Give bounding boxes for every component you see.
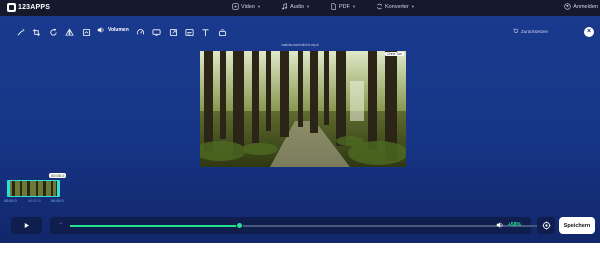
text-icon: [201, 28, 209, 36]
convert-icon: [377, 3, 382, 10]
magic-tool-button[interactable]: [13, 25, 27, 39]
clip-end-time: 00:05.0: [51, 199, 64, 203]
video-preview[interactable]: Ohne Ton: [200, 51, 406, 167]
clip-start-time: 00:00.0: [4, 199, 17, 203]
volume-tool-button[interactable]: Volumen: [97, 26, 129, 34]
nav-item-video[interactable]: Video ▼: [232, 3, 261, 10]
gear-icon: [542, 221, 550, 230]
nav-item-audio[interactable]: Audio ▼: [281, 3, 310, 10]
file-name: waldsonnenlicht.mp4: [281, 42, 319, 47]
mute-badge: Ohne Ton: [384, 52, 404, 56]
magic-icon: [17, 28, 25, 35]
speed-tool-button[interactable]: [133, 25, 147, 39]
login-link[interactable]: Anmelden: [564, 3, 598, 10]
crop-tool-button[interactable]: [29, 25, 43, 39]
clip-start-handle[interactable]: [7, 180, 10, 197]
timeline-clip[interactable]: [8, 180, 60, 197]
volume-slider-thumb[interactable]: [236, 222, 244, 229]
rotate-frame-tool-button[interactable]: [215, 25, 229, 39]
speaker-icon[interactable]: [496, 221, 504, 229]
clip-thumbnail: [9, 181, 59, 196]
clip-end-handle[interactable]: [57, 180, 60, 197]
rotate-icon: [49, 28, 57, 36]
editor-toolbar: Volumen Zurücksetzen ×: [0, 23, 600, 41]
forest-video-frame: [200, 51, 406, 167]
play-icon: [24, 223, 29, 228]
time-tooltip: 00:05.0: [49, 173, 67, 178]
subtitle-icon: [184, 28, 194, 36]
stabilize-icon: [82, 28, 90, 36]
volume-value: +58%: [508, 222, 521, 228]
chevron-down-icon: ▼: [351, 4, 356, 9]
speed-icon: [136, 28, 144, 35]
volume-slider[interactable]: [70, 225, 542, 227]
clip-mid-time: 00:02.5: [28, 199, 41, 203]
document-icon: [331, 3, 336, 10]
brand-name: 123APPS: [18, 4, 51, 11]
settings-button[interactable]: [537, 217, 555, 234]
volume-tool-label: Volumen: [108, 27, 129, 33]
crop-icon: [32, 28, 40, 36]
volume-down-icon[interactable]: −: [59, 221, 63, 227]
resize-icon: [169, 28, 177, 36]
reset-button[interactable]: Zurücksetzen: [513, 28, 548, 34]
volume-slider-fill: [70, 225, 240, 227]
chevron-down-icon: ▼: [410, 4, 415, 9]
reset-label: Zurücksetzen: [520, 28, 548, 34]
subtitle-tool-button[interactable]: [182, 25, 196, 39]
nav-item-label: PDF: [338, 3, 350, 10]
brand-logo[interactable]: 123APPS: [7, 3, 50, 12]
stabilize-tool-button[interactable]: [79, 25, 93, 39]
nav-item-label: Video: [241, 3, 255, 10]
play-button[interactable]: [11, 217, 42, 234]
nav-menu: Video ▼ Audio ▼ PDF ▼ Konverter ▼: [232, 3, 435, 10]
top-nav: 123APPS Video ▼ Audio ▼ PDF ▼ Konverter …: [0, 0, 600, 16]
resize-tool-button[interactable]: [166, 25, 180, 39]
nav-item-label: Audio: [289, 3, 305, 10]
music-note-icon: [282, 3, 287, 10]
logo-icon: [7, 3, 16, 12]
screen-tool-button[interactable]: [149, 25, 163, 39]
play-square-icon: [232, 3, 239, 10]
nav-item-konverter[interactable]: Konverter ▼: [376, 3, 415, 10]
volume-panel: − +58%: [50, 217, 542, 234]
login-label: Anmelden: [573, 3, 598, 10]
rotate-frame-icon: [218, 28, 226, 36]
editor-app: 123APPS Video ▼ Audio ▼ PDF ▼ Konverter …: [0, 0, 600, 243]
flip-icon: [64, 27, 74, 36]
close-button[interactable]: ×: [584, 27, 594, 37]
user-icon: [564, 3, 571, 10]
rotate-tool-button[interactable]: [46, 25, 60, 39]
chevron-down-icon: ▼: [306, 4, 310, 9]
nav-item-pdf[interactable]: PDF ▼: [330, 3, 356, 10]
nav-item-label: Konverter: [384, 3, 409, 10]
speaker-icon: [97, 27, 104, 33]
screen-icon: [151, 28, 161, 36]
reset-icon: [513, 28, 519, 33]
save-button[interactable]: Speichern: [559, 217, 595, 234]
flip-tool-button[interactable]: [62, 25, 76, 39]
chevron-down-icon: ▼: [256, 4, 261, 9]
text-tool-button[interactable]: [198, 25, 212, 39]
